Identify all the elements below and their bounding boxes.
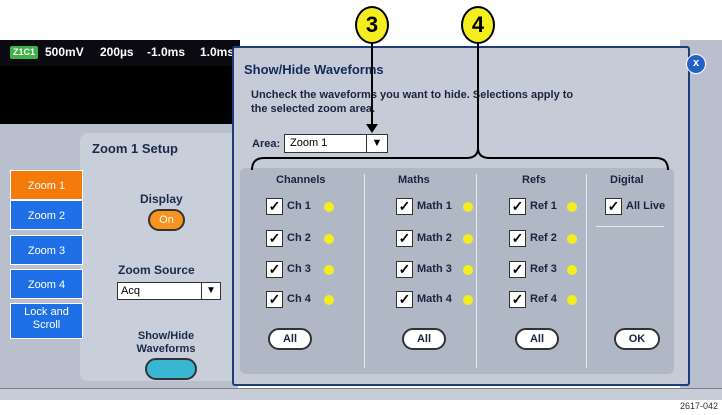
callout-4-bracket [251,147,669,171]
figure-code: 2617-042 [679,401,718,411]
callout-leader-lines [251,42,669,171]
callout-3-arrowhead [366,124,378,133]
callout-3: 3 [355,6,389,44]
callout-4: 4 [461,6,495,44]
